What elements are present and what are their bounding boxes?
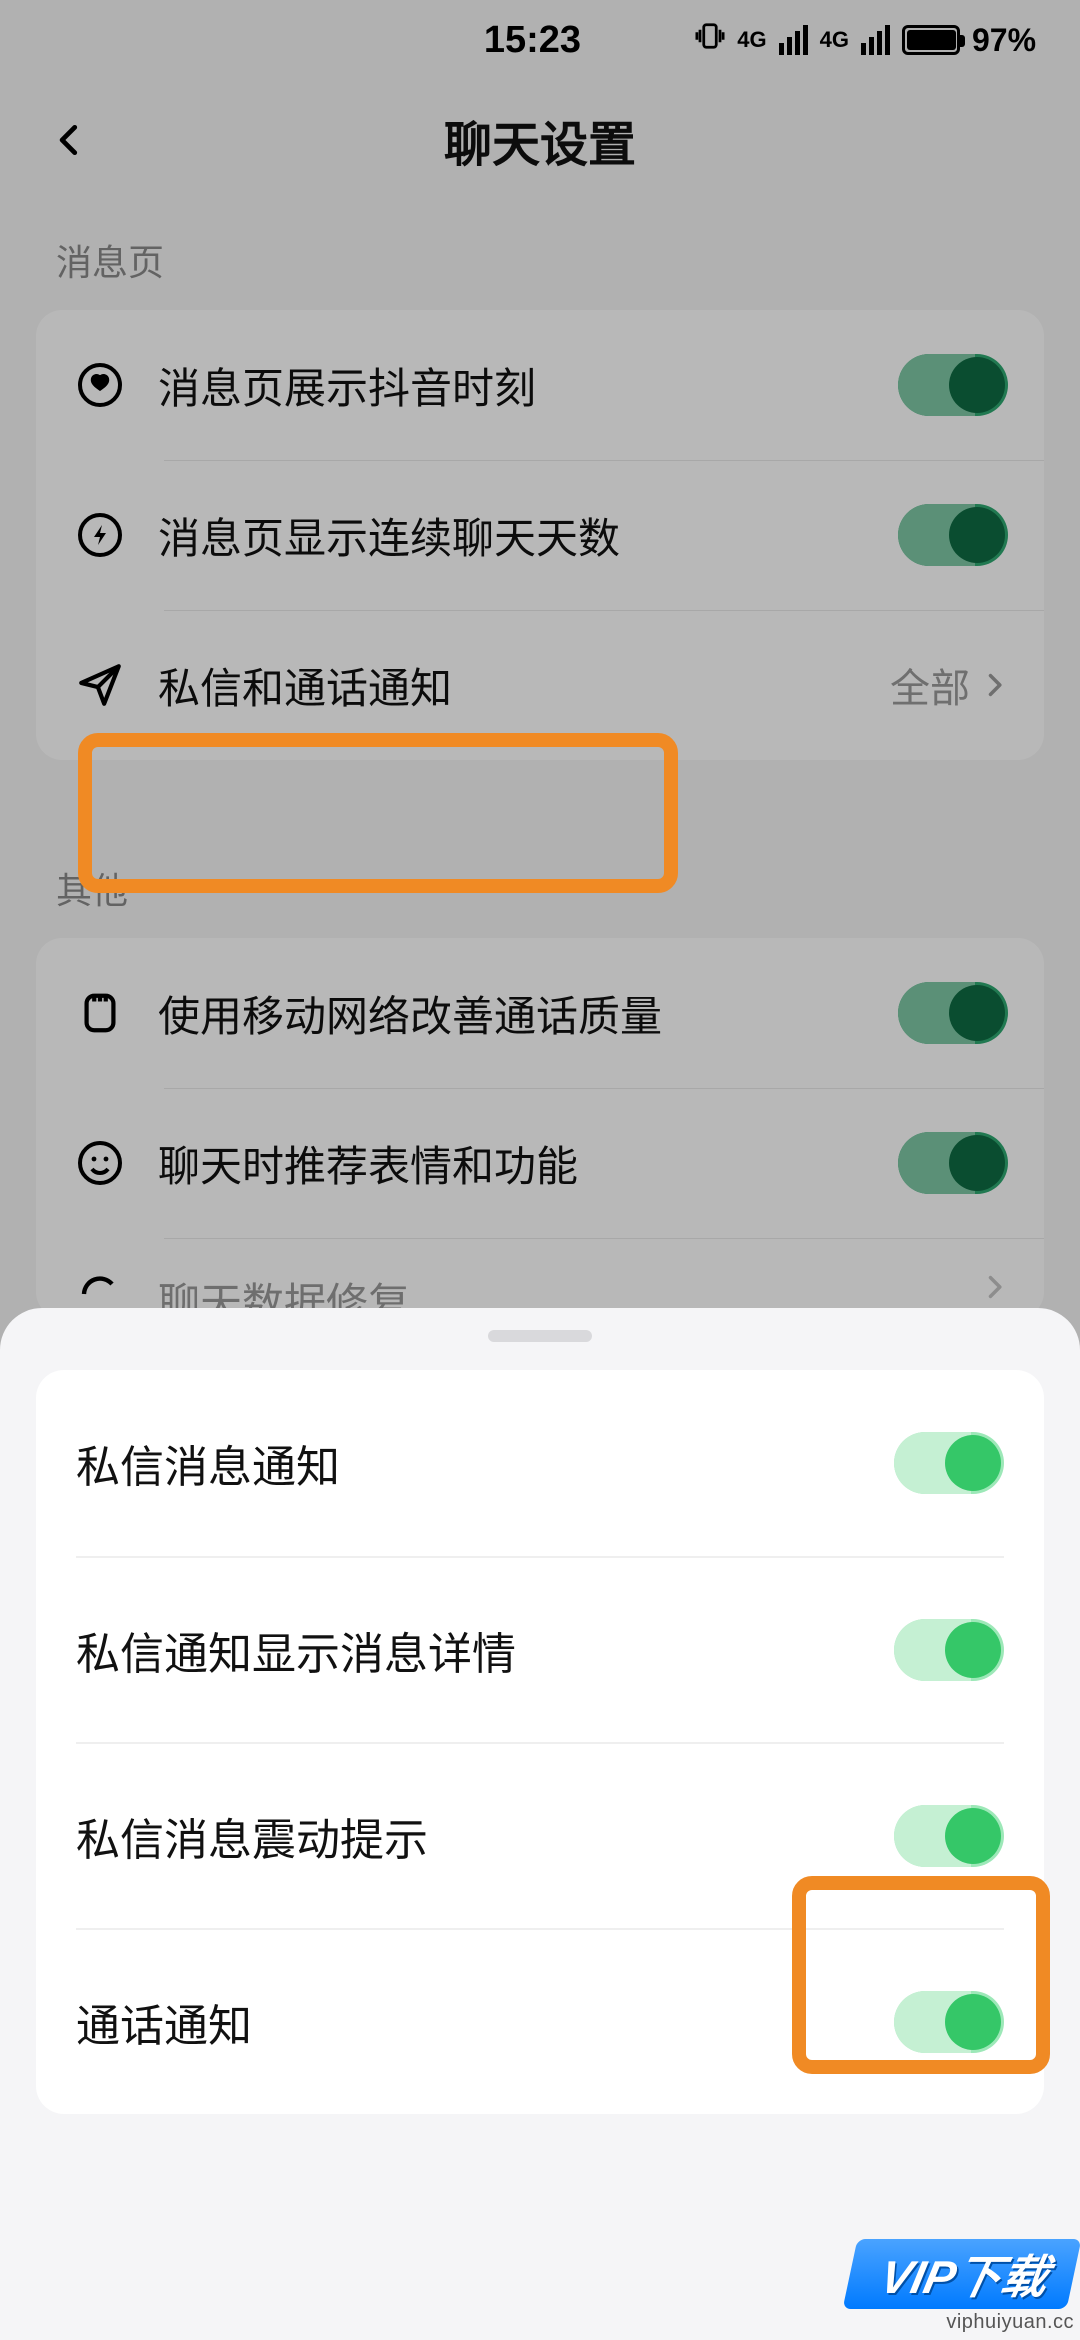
sheet-label: 私信消息震动提示 xyxy=(76,1804,894,1868)
row-douyin-moment[interactable]: 消息页展示抖音时刻 xyxy=(36,310,1044,460)
sim-icon xyxy=(64,977,136,1049)
row-label: 使用移动网络改善通话质量 xyxy=(158,983,898,1044)
sheet-label: 私信通知显示消息详情 xyxy=(76,1618,894,1682)
status-right: 4G 4G 97% xyxy=(695,21,1036,59)
network-1-label: 4G xyxy=(737,27,766,53)
row-label: 私信和通话通知 xyxy=(158,655,890,716)
app-header: 聊天设置 xyxy=(0,80,1080,200)
chevron-right-icon xyxy=(980,668,1008,702)
sheet-label: 私信消息通知 xyxy=(76,1431,894,1495)
row-label: 消息页展示抖音时刻 xyxy=(158,355,898,416)
row-chat-days[interactable]: 消息页显示连续聊天天数 xyxy=(36,460,1044,610)
message-page-section-label: 消息页 xyxy=(36,200,1044,310)
row-label: 消息页显示连续聊天天数 xyxy=(158,505,898,566)
send-icon xyxy=(64,649,136,721)
status-time: 15:23 xyxy=(370,19,696,62)
back-button[interactable] xyxy=(40,110,100,170)
smile-icon xyxy=(64,1127,136,1199)
other-section-label: 其他 xyxy=(36,828,1044,938)
battery-percent: 97% xyxy=(972,22,1036,59)
watermark: VIP下载 viphuiyuan.cc xyxy=(850,2239,1074,2334)
toggle-dm-detail[interactable] xyxy=(894,1619,1004,1681)
sheet-row-call-notify[interactable]: 通话通知 xyxy=(76,1928,1004,2114)
row-chat-data-repair[interactable]: 聊天数据修复 xyxy=(36,1238,1044,1318)
chevron-right-icon xyxy=(980,1270,1008,1304)
page-title: 聊天设置 xyxy=(0,105,1080,175)
toggle-call-notify[interactable] xyxy=(894,1991,1004,2053)
toggle-mobile-network[interactable] xyxy=(898,982,1008,1044)
sheet-row-dm-vibrate[interactable]: 私信消息震动提示 xyxy=(76,1742,1004,1928)
row-value: 全部 xyxy=(890,656,970,714)
toggle-dm-vibrate[interactable] xyxy=(894,1805,1004,1867)
battery-icon xyxy=(902,25,960,55)
watermark-url: viphuiyuan.cc xyxy=(850,2311,1074,2334)
toggle-douyin-moment[interactable] xyxy=(898,354,1008,416)
sheet-drag-handle[interactable] xyxy=(488,1330,592,1342)
toggle-dm-notify[interactable] xyxy=(894,1432,1004,1494)
toggle-recommend-emoji[interactable] xyxy=(898,1132,1008,1194)
message-page-section: 消息页 消息页展示抖音时刻 消息页显示连续聊天天数 私信和通话通知 全部 xyxy=(0,200,1080,760)
row-dm-call-notify[interactable]: 私信和通话通知 全部 xyxy=(36,610,1044,760)
toggle-chat-days[interactable] xyxy=(898,504,1008,566)
row-recommend-emoji[interactable]: 聊天时推荐表情和功能 xyxy=(36,1088,1044,1238)
row-label: 聊天时推荐表情和功能 xyxy=(158,1133,898,1194)
lightning-chat-icon xyxy=(64,499,136,571)
heart-outline-icon xyxy=(64,349,136,421)
other-section: 其他 使用移动网络改善通话质量 聊天时推荐表情和功能 聊天数据修复 xyxy=(0,828,1080,1318)
watermark-brand: VIP下载 xyxy=(842,2239,1080,2309)
sheet-row-dm-detail[interactable]: 私信通知显示消息详情 xyxy=(76,1556,1004,1742)
signal-1-icon xyxy=(779,25,808,55)
network-2-label: 4G xyxy=(820,27,849,53)
sheet-label: 通话通知 xyxy=(76,1990,894,2054)
row-mobile-network-call[interactable]: 使用移动网络改善通话质量 xyxy=(36,938,1044,1088)
status-bar: 15:23 4G 4G 97% xyxy=(0,0,1080,80)
bottom-sheet: 私信消息通知 私信通知显示消息详情 私信消息震动提示 通话通知 xyxy=(0,1308,1080,2340)
signal-2-icon xyxy=(861,25,890,55)
vibrate-icon xyxy=(695,21,725,59)
sheet-row-dm-notify[interactable]: 私信消息通知 xyxy=(76,1370,1004,1556)
